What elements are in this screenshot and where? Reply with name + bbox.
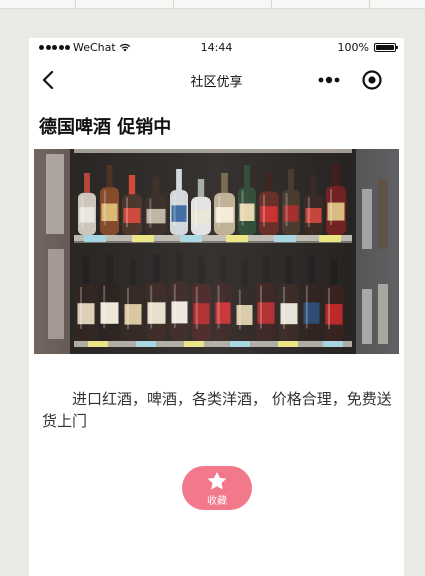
status-bar: WeChat 14:44 100% <box>29 38 404 58</box>
page-title: 德国啤酒 促销中 <box>39 117 172 138</box>
liquor-store-shelf-photo <box>34 149 399 354</box>
browser-top-strip <box>0 0 425 9</box>
star-icon <box>207 471 227 490</box>
favorite-button[interactable]: 收藏 <box>182 466 252 510</box>
more-dots-icon[interactable] <box>317 70 341 90</box>
nav-bar: 社区优享 <box>29 58 404 102</box>
battery-icon <box>374 43 398 52</box>
phone-screen: WeChat 14:44 100% 社区优享 德国啤酒 促销中 进口红酒，啤酒，… <box>29 38 404 576</box>
nav-title: 社区优享 <box>190 75 243 90</box>
target-close-icon[interactable] <box>361 69 383 91</box>
battery-percent: 100% <box>337 41 369 54</box>
product-description: 进口红酒，啤酒，各类洋酒， 价格合理，免费送货上门 <box>42 390 392 430</box>
favorite-label: 收藏 <box>207 495 227 507</box>
